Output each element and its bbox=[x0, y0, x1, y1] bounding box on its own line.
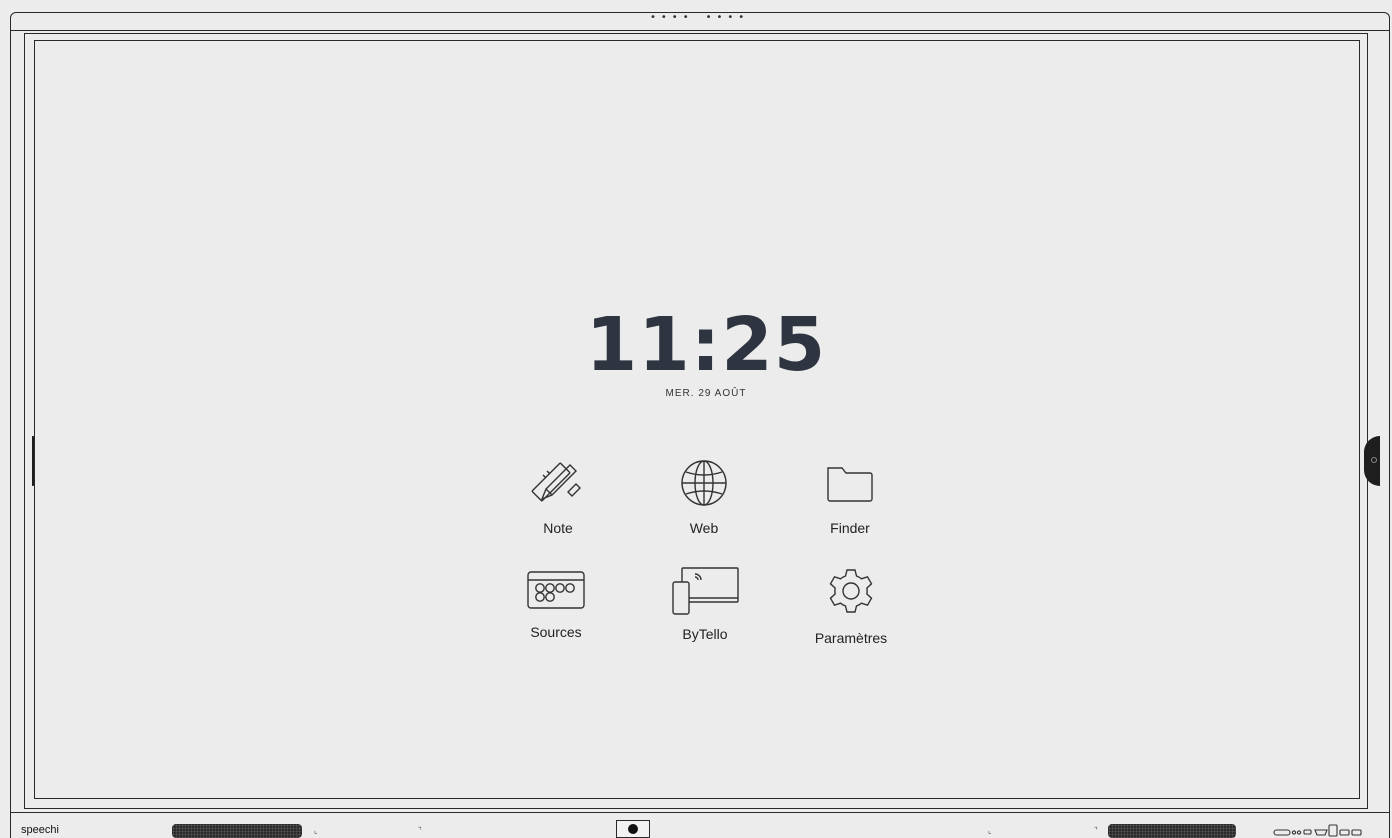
app-settings-label: Paramètres bbox=[814, 630, 888, 646]
webcam bbox=[616, 820, 650, 838]
folder-icon bbox=[827, 467, 873, 502]
gear-icon bbox=[829, 569, 873, 613]
app-finder-label: Finder bbox=[830, 520, 870, 536]
input-sources-icon bbox=[527, 571, 585, 609]
microphone-array: •••• •••• bbox=[650, 12, 750, 23]
app-bytello-label: ByTello bbox=[682, 626, 728, 642]
screen-mirroring-icon bbox=[672, 567, 739, 615]
right-side-menu-icon bbox=[1371, 457, 1377, 463]
app-web[interactable]: Web bbox=[644, 456, 764, 536]
bezel-marker: ⌞ bbox=[988, 826, 992, 835]
app-note[interactable]: Note bbox=[498, 456, 618, 536]
app-bytello[interactable]: ByTello bbox=[645, 566, 765, 642]
app-note-label: Note bbox=[543, 520, 573, 536]
bezel-top-rail bbox=[10, 30, 1390, 31]
clock-date: MER. 29 AOÛT bbox=[665, 388, 747, 399]
bezel-marker: ⌝ bbox=[1094, 826, 1098, 835]
app-finder[interactable]: Finder bbox=[790, 456, 910, 536]
bezel-marker: ⌝ bbox=[418, 826, 422, 835]
brand-logo: speechi bbox=[21, 824, 59, 836]
clock-time: 11:25 bbox=[585, 302, 827, 388]
right-side-menu-button[interactable] bbox=[1364, 436, 1380, 486]
app-sources[interactable]: Sources bbox=[496, 566, 616, 640]
speaker-grille-right bbox=[1108, 824, 1236, 838]
webcam-lens-icon bbox=[628, 824, 638, 834]
bezel-marker: ⌞ bbox=[314, 826, 318, 835]
app-sources-label: Sources bbox=[530, 624, 582, 640]
app-web-label: Web bbox=[689, 520, 719, 536]
front-ports bbox=[1273, 824, 1362, 837]
app-settings[interactable]: Paramètres bbox=[791, 566, 911, 646]
home-screen bbox=[34, 40, 1360, 799]
note-pencil-ruler-icon bbox=[531, 462, 581, 502]
speaker-grille-left bbox=[172, 824, 302, 838]
globe-icon bbox=[681, 460, 727, 506]
